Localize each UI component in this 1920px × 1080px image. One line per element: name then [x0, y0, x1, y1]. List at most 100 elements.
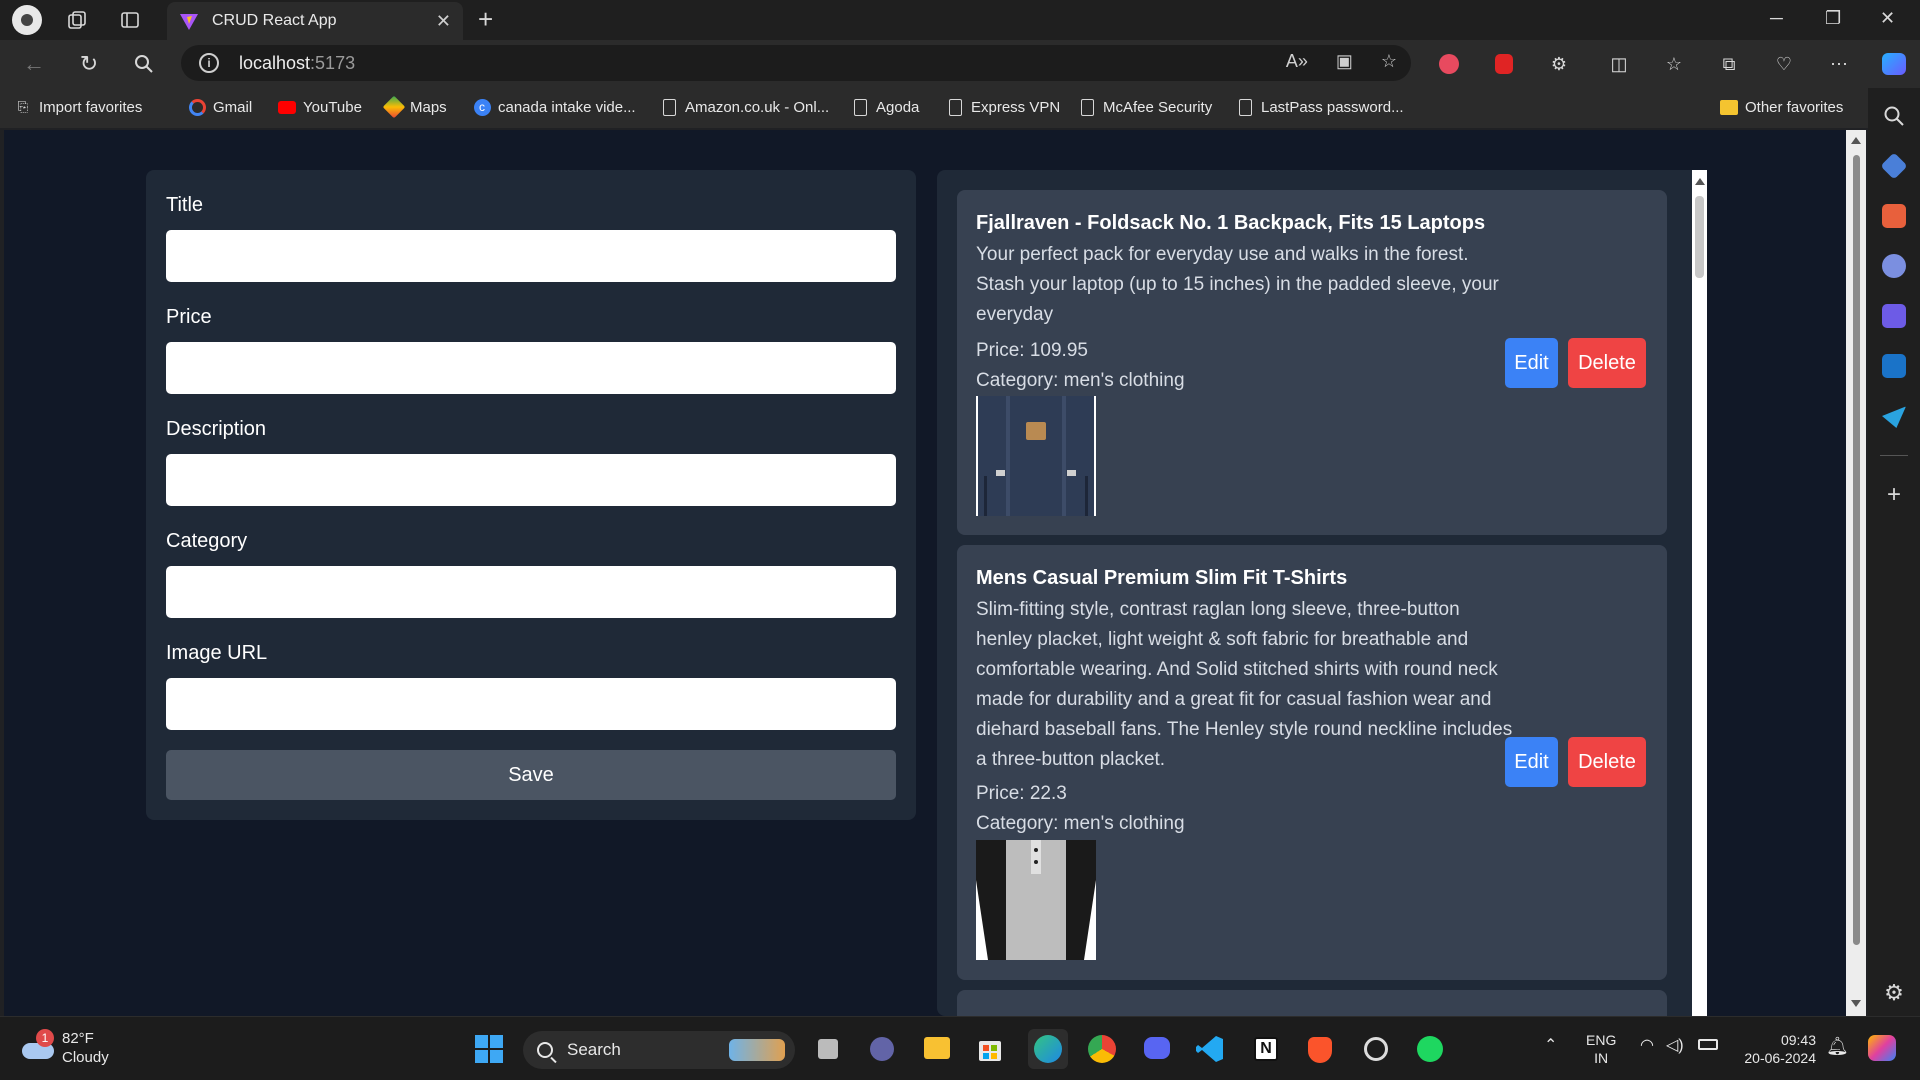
favorite-star-icon[interactable]: ☆ — [1381, 51, 1397, 72]
clock[interactable]: 09:43 20-06-2024 — [1736, 1031, 1816, 1067]
title-input[interactable] — [166, 230, 896, 282]
notifications-icon[interactable]: 🔔︎ — [1826, 1037, 1849, 1055]
product-image-tshirt — [976, 840, 1096, 960]
read-aloud-icon[interactable]: A» — [1286, 51, 1308, 72]
language-indicator[interactable]: ENG IN — [1586, 1031, 1616, 1067]
sidebar-search-icon[interactable] — [1882, 104, 1906, 128]
start-icon[interactable] — [473, 1033, 505, 1065]
obs-icon[interactable] — [1360, 1033, 1392, 1065]
maps-icon — [382, 95, 406, 119]
fav-youtube[interactable]: YouTube — [278, 98, 362, 116]
import-favorites-link[interactable]: ⎘ Import favorites — [14, 98, 143, 116]
chrome-icon[interactable] — [1086, 1033, 1118, 1065]
store-icon[interactable] — [974, 1033, 1006, 1065]
fav-maps[interactable]: Maps — [382, 95, 447, 119]
performance-icon[interactable]: ♡ — [1772, 52, 1796, 76]
copilot-icon[interactable] — [1882, 52, 1906, 76]
collections-icon[interactable]: ⧉ — [1717, 52, 1741, 76]
scroll-down-icon[interactable] — [1851, 1000, 1861, 1007]
fav-amazon[interactable]: Amazon.co.uk - Onl... — [660, 98, 829, 116]
refresh-icon[interactable]: ↻ — [75, 50, 103, 78]
fav-mcafee[interactable]: McAfee Security — [1078, 98, 1212, 116]
outlook-icon[interactable] — [1882, 354, 1906, 378]
task-view-icon[interactable] — [812, 1033, 844, 1065]
new-tab-icon[interactable]: + — [478, 6, 493, 32]
scroll-thumb[interactable] — [1695, 196, 1704, 278]
active-tab[interactable]: CRUD React App ✕ — [167, 2, 463, 40]
description-label: Description — [166, 418, 267, 440]
description-input[interactable] — [166, 454, 896, 506]
teams-icon[interactable] — [866, 1033, 898, 1065]
scroll-up-icon[interactable] — [1695, 178, 1705, 185]
edit-button[interactable]: Edit — [1505, 737, 1558, 787]
delete-button[interactable]: Delete — [1568, 737, 1646, 787]
category-input[interactable] — [166, 566, 896, 618]
page-icon — [946, 98, 964, 116]
notion-icon[interactable]: N — [1250, 1033, 1282, 1065]
battery-icon[interactable] — [1698, 1039, 1718, 1050]
fav-gmail[interactable]: Gmail — [188, 98, 252, 116]
drop-icon[interactable] — [1882, 406, 1906, 428]
delete-button[interactable]: Delete — [1568, 338, 1646, 388]
search-icon[interactable] — [130, 50, 158, 78]
price-input[interactable] — [166, 342, 896, 394]
immersive-reader-icon[interactable]: ▣ — [1336, 51, 1353, 72]
games-icon[interactable] — [1882, 254, 1906, 278]
close-tab-icon[interactable]: ✕ — [436, 11, 451, 32]
workspaces-icon[interactable] — [59, 2, 95, 38]
product-title: Mens Casual Premium Slim Fit T-Shirts — [976, 567, 1348, 589]
scroll-up-icon[interactable] — [1851, 137, 1861, 144]
restore-icon[interactable]: ❐ — [1825, 8, 1841, 29]
profile-icon[interactable] — [9, 2, 45, 38]
back-icon[interactable]: ← — [20, 50, 48, 78]
tab-actions-icon[interactable] — [112, 2, 148, 38]
spotify-icon[interactable] — [1414, 1033, 1446, 1065]
close-window-icon[interactable]: ✕ — [1880, 8, 1895, 29]
vscode-icon[interactable] — [1194, 1033, 1226, 1065]
extension-red-icon[interactable] — [1437, 52, 1461, 76]
product-image-backpack — [976, 396, 1096, 516]
image-url-label: Image URL — [166, 642, 268, 664]
fav-other[interactable]: Other favorites — [1720, 98, 1843, 116]
product-list-scrollbar[interactable] — [1692, 170, 1707, 1016]
copilot-taskbar-icon[interactable] — [1866, 1033, 1898, 1065]
wifi-icon[interactable]: ◠ — [1640, 1037, 1654, 1055]
extensions-icon[interactable]: ⚙ — [1547, 52, 1571, 76]
site-info-icon[interactable]: i — [199, 53, 219, 73]
extension-adblock-icon[interactable] — [1492, 52, 1516, 76]
product-description: Slim-fitting style, contrast raglan long… — [976, 599, 1513, 770]
favorites-icon[interactable]: ☆ — [1662, 52, 1686, 76]
save-button[interactable]: Save — [166, 750, 896, 800]
settings-icon[interactable]: ⚙ — [1882, 981, 1906, 1005]
fav-expressvpn[interactable]: Express VPN — [946, 98, 1060, 116]
product-list: Fjallraven - Foldsack No. 1 Backpack, Fi… — [937, 170, 1707, 1016]
discord-icon[interactable] — [1140, 1033, 1172, 1065]
tab-title: CRUD React App — [212, 12, 337, 29]
tools-icon[interactable] — [1882, 204, 1906, 228]
fav-agoda[interactable]: Agoda — [851, 98, 919, 116]
edit-button[interactable]: Edit — [1505, 338, 1558, 388]
weather-widget[interactable]: 1 82°F Cloudy — [22, 1029, 109, 1067]
page-icon — [851, 98, 869, 116]
brave-icon[interactable] — [1304, 1033, 1336, 1065]
taskbar-search[interactable]: Search — [523, 1031, 795, 1069]
shopping-icon[interactable] — [1880, 152, 1908, 180]
url-port: :5173 — [310, 52, 356, 73]
file-explorer-icon[interactable] — [920, 1033, 952, 1065]
volume-icon[interactable]: ◁) — [1666, 1037, 1684, 1055]
address-bar[interactable]: i localhost:5173 A» ▣ ☆ — [181, 45, 1411, 81]
image-url-input[interactable] — [166, 678, 896, 730]
add-icon[interactable]: + — [1882, 483, 1906, 507]
split-screen-icon[interactable]: ◫ — [1607, 52, 1631, 76]
product-card: Fjallraven - Foldsack No. 1 Backpack, Fi… — [957, 190, 1667, 535]
microsoft-365-icon[interactable] — [1882, 304, 1906, 328]
scroll-thumb[interactable] — [1853, 155, 1860, 945]
price-label: Price — [166, 306, 212, 328]
edge-icon[interactable] — [1028, 1029, 1068, 1069]
minimize-icon[interactable]: ─ — [1770, 8, 1783, 29]
show-hidden-icons[interactable]: ⌃ — [1544, 1037, 1557, 1055]
more-icon[interactable]: ⋯ — [1827, 52, 1851, 76]
fav-canada[interactable]: c canada intake vide... — [473, 98, 636, 116]
page-scrollbar[interactable] — [1846, 130, 1866, 1016]
fav-lastpass[interactable]: LastPass password... — [1236, 98, 1404, 116]
